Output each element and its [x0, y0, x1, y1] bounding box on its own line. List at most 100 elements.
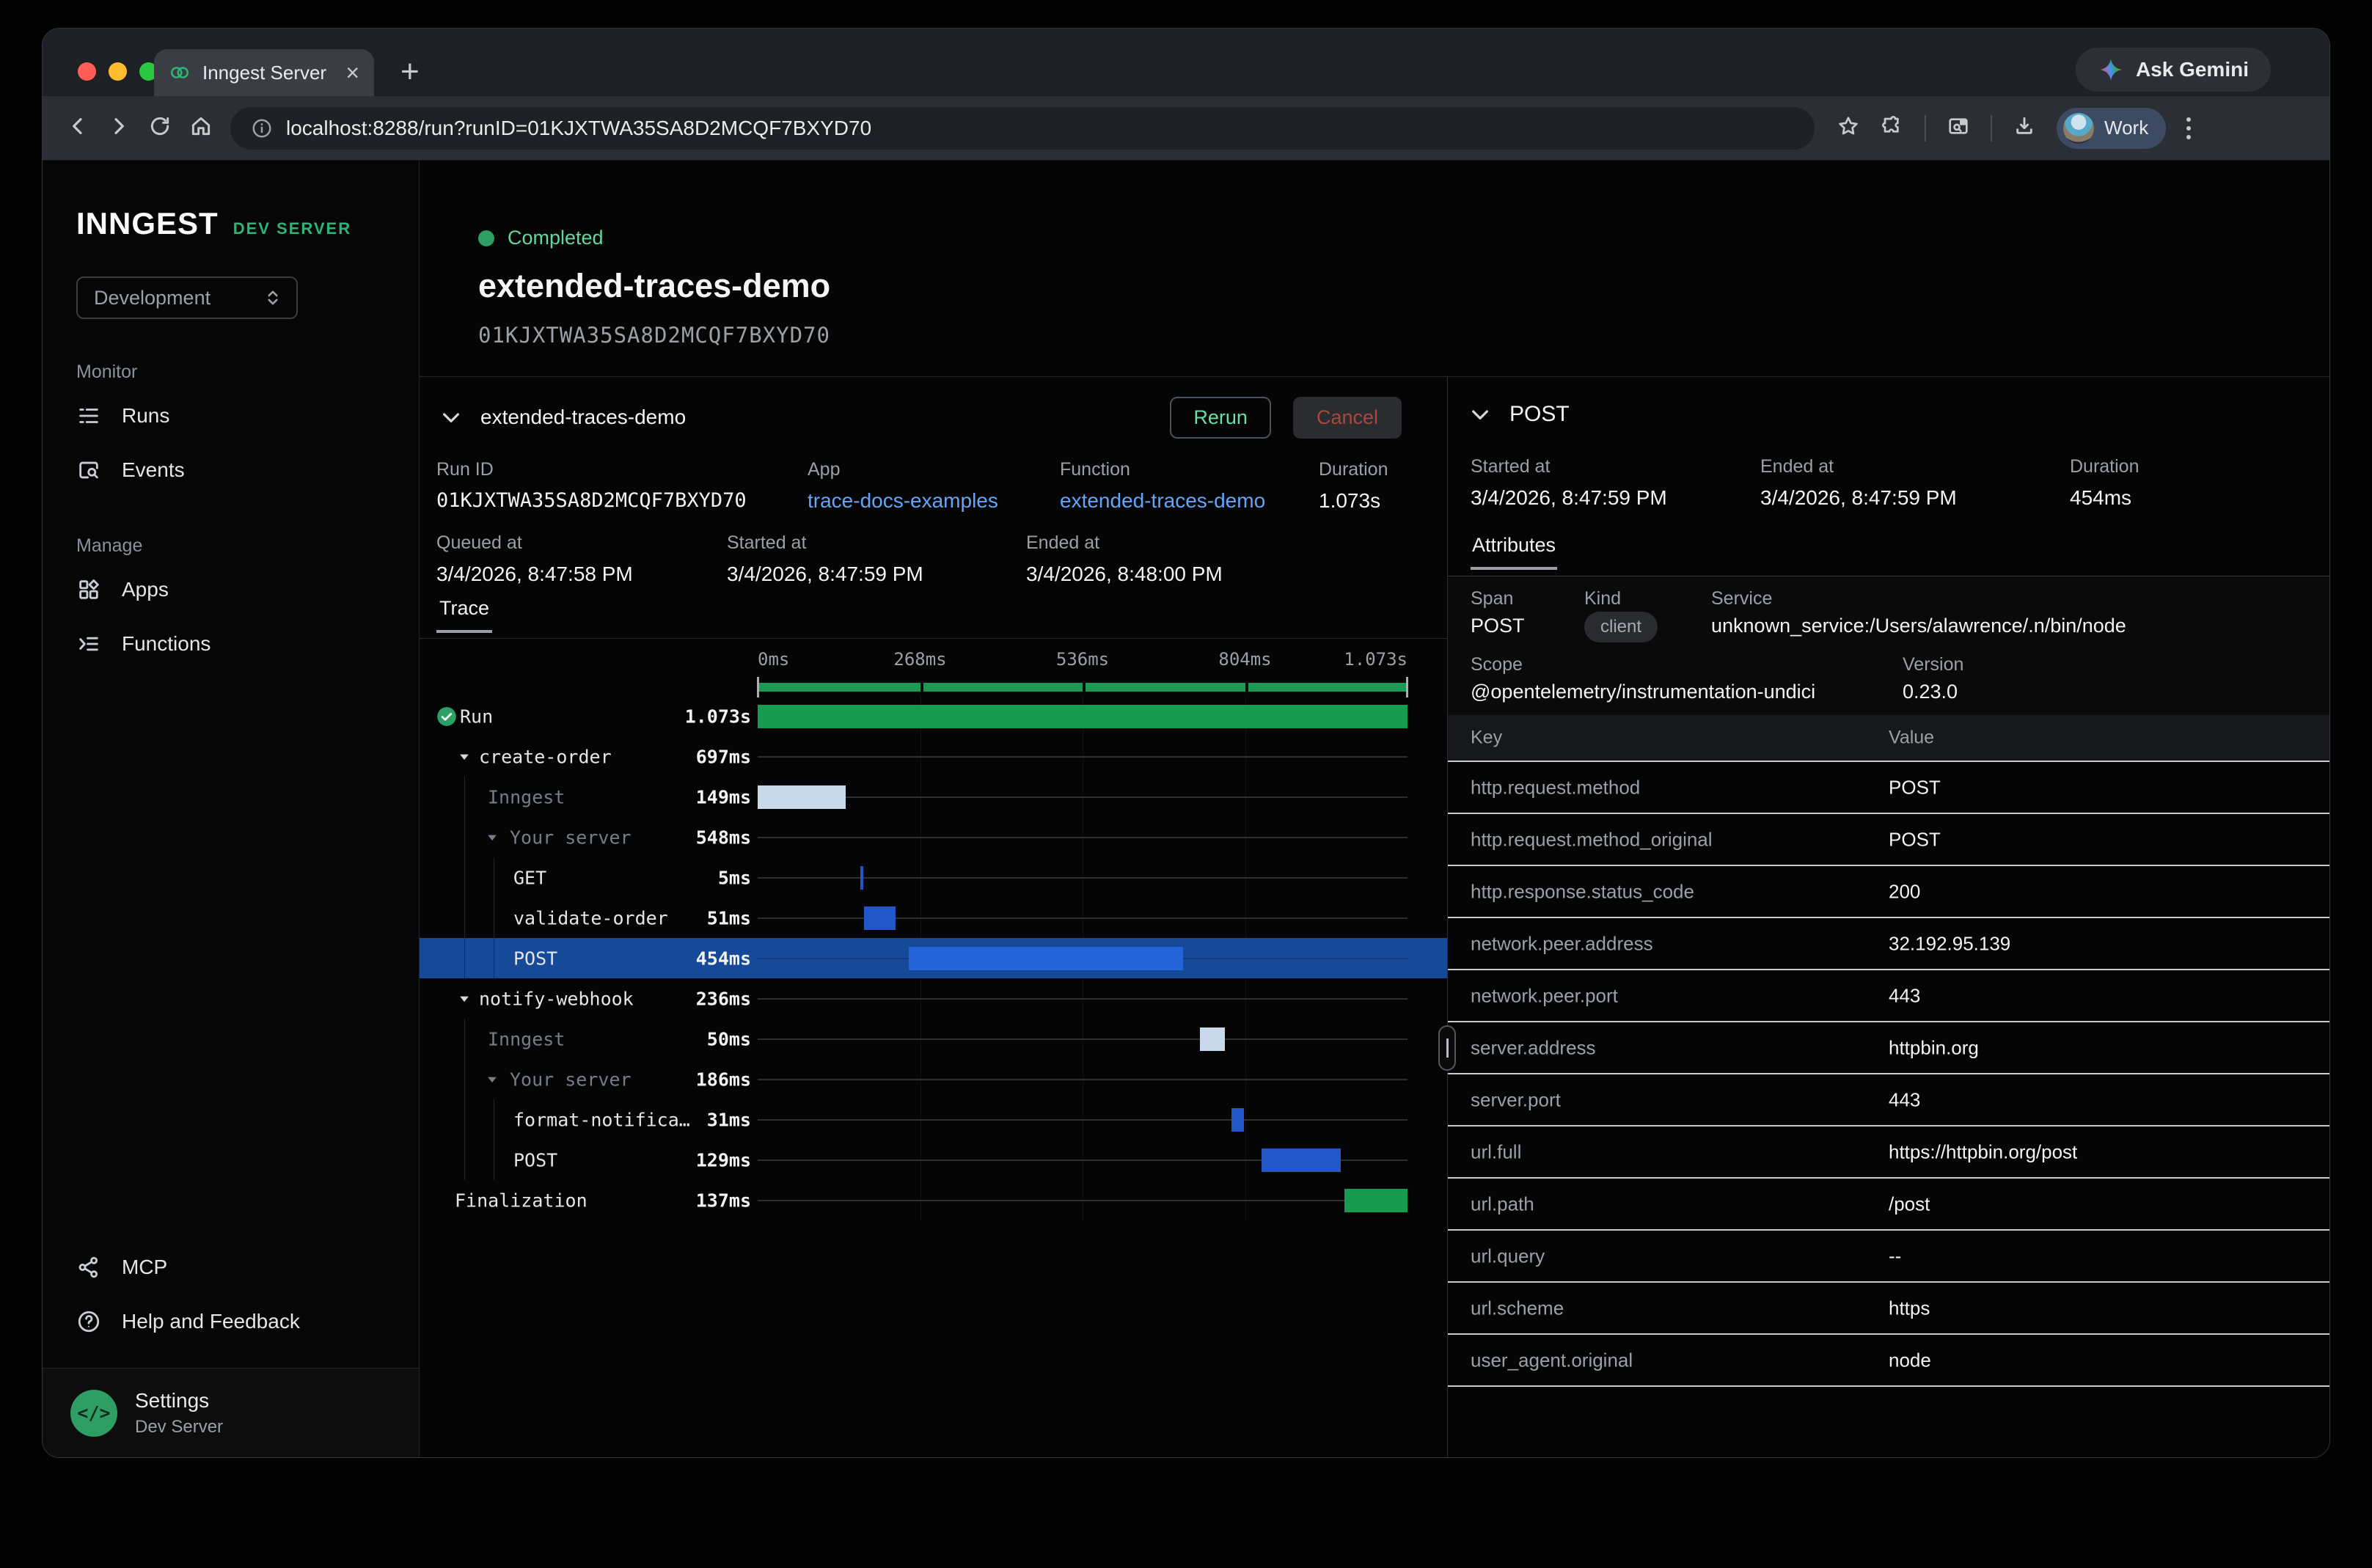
- settings-label: Settings: [135, 1389, 223, 1413]
- waterfall-rows: Run1.073screate-order697msInngest149msYo…: [420, 696, 1447, 1220]
- bookmark-star-icon[interactable]: [1837, 114, 1860, 142]
- timeline-minimap[interactable]: [758, 681, 1408, 693]
- row-timeline: [758, 1059, 1408, 1099]
- run-header: Completed extended-traces-demo 01KJXTWA3…: [420, 161, 2329, 376]
- trace-row[interactable]: create-order697ms: [420, 736, 1447, 777]
- axis-tick: 0ms: [758, 649, 789, 670]
- new-tab-button[interactable]: +: [400, 54, 420, 90]
- timeline-track: [758, 796, 1408, 798]
- sidebar-item-help-and-feedback[interactable]: Help and Feedback: [43, 1294, 419, 1349]
- attribute-value: 32.192.95.139: [1889, 932, 2010, 955]
- meta-cell: Duration 454ms: [2070, 456, 2139, 510]
- span-duration: 50ms: [420, 1028, 751, 1049]
- sidebar-item-events[interactable]: Events: [43, 443, 419, 497]
- meta-cell: Ended at3/4/2026, 8:48:00 PM: [1026, 532, 1223, 586]
- back-icon[interactable]: [66, 114, 89, 142]
- events-icon: [76, 458, 101, 483]
- row-timeline: [758, 938, 1408, 978]
- meta-link[interactable]: trace-docs-examples: [808, 489, 998, 513]
- sidebar-item-apps[interactable]: Apps: [43, 563, 419, 617]
- span-bar: [1231, 1108, 1244, 1132]
- url-bar[interactable]: localhost:8288/run?runID=01KJXTWA35SA8D2…: [230, 107, 1815, 150]
- trace-row[interactable]: notify-webhook236ms: [420, 978, 1447, 1019]
- tab-close-icon[interactable]: ×: [345, 61, 359, 84]
- tab-trace[interactable]: Trace: [436, 597, 492, 633]
- row-timeline: [758, 817, 1408, 857]
- environment-select-value: Development: [94, 287, 211, 309]
- home-icon[interactable]: [189, 114, 213, 142]
- meta-value: 454ms: [2070, 486, 2139, 510]
- side-panel-search-icon[interactable]: [1947, 114, 1970, 142]
- meta-label: Duration: [2070, 456, 2139, 477]
- row-timeline: [758, 1180, 1408, 1220]
- extensions-icon[interactable]: [1881, 114, 1904, 142]
- browser-menu-icon[interactable]: [2186, 117, 2191, 139]
- meta-link[interactable]: extended-traces-demo: [1060, 489, 1265, 513]
- span-duration: 236ms: [420, 988, 751, 1009]
- trace-row[interactable]: Your server548ms: [420, 817, 1447, 857]
- minimap-handle-right[interactable]: [1406, 677, 1408, 697]
- row-timeline: [758, 898, 1408, 938]
- meta-value: 3/4/2026, 8:47:59 PM: [1760, 486, 1957, 510]
- minimap-handle-left[interactable]: [757, 677, 759, 697]
- meta-cell: Apptrace-docs-examples: [808, 459, 998, 513]
- axis-tick: 1.073s: [1344, 649, 1408, 670]
- trace-row[interactable]: Finalization137ms: [420, 1180, 1447, 1220]
- trace-row[interactable]: validate-order51ms: [420, 898, 1447, 938]
- browser-profile-button[interactable]: Work: [2057, 108, 2166, 149]
- kind-badge: client: [1584, 612, 1658, 642]
- sidebar-item-label: Events: [122, 458, 185, 482]
- span-bar: [909, 947, 1184, 970]
- dev-server-badge: DEV SERVER: [233, 219, 351, 238]
- trace-row[interactable]: format-notifica…31ms: [420, 1099, 1447, 1140]
- span-otel-meta: Span POST Kind client Service unknown_se…: [1448, 576, 2329, 715]
- cancel-button[interactable]: Cancel: [1293, 397, 1402, 439]
- trace-row-selected[interactable]: POST454ms: [420, 938, 1447, 978]
- panel-resize-handle[interactable]: [1438, 1025, 1456, 1071]
- sidebar-item-runs[interactable]: Runs: [43, 389, 419, 443]
- dev-server-code-icon: </>: [70, 1390, 117, 1437]
- timeline-track: [758, 917, 1408, 919]
- attribute-row: http.response.status_code200: [1448, 865, 2329, 917]
- downloads-icon[interactable]: [2013, 114, 2036, 142]
- browser-tab-strip: Inngest Server × + Ask Gemini: [43, 29, 2329, 96]
- trace-row[interactable]: Your server186ms: [420, 1059, 1447, 1099]
- sidebar-item-settings[interactable]: </> Settings Dev Server: [43, 1368, 419, 1457]
- attribute-key: server.port: [1471, 1088, 1561, 1111]
- scope-label: Scope: [1471, 654, 1523, 675]
- rerun-button[interactable]: Rerun: [1170, 397, 1271, 439]
- reload-icon[interactable]: [148, 114, 172, 142]
- trace-row[interactable]: Run1.073s: [420, 696, 1447, 736]
- gemini-sparkle-icon: [2098, 56, 2124, 83]
- timeline-track: [758, 998, 1408, 1000]
- span-collapse-chevron-icon[interactable]: [1468, 403, 1492, 426]
- trace-row[interactable]: GET5ms: [420, 857, 1447, 898]
- ask-gemini-button[interactable]: Ask Gemini: [2076, 48, 2271, 92]
- browser-tab[interactable]: Inngest Server ×: [154, 49, 374, 96]
- minimize-window-button[interactable]: [109, 62, 127, 81]
- forward-icon[interactable]: [107, 114, 131, 142]
- axis-tick: 268ms: [893, 649, 946, 670]
- sidebar-section-label: Monitor: [76, 362, 419, 383]
- meta-cell: Run ID01KJXTWA35SA8D2MCQF7BXYD70: [436, 459, 747, 512]
- collapse-chevron-icon[interactable]: [439, 406, 463, 429]
- environment-select[interactable]: Development: [76, 276, 298, 319]
- tab-attributes[interactable]: Attributes: [1471, 534, 1557, 570]
- inngest-favicon-icon: [169, 62, 191, 84]
- meta-label: Queued at: [436, 532, 633, 554]
- trace-row[interactable]: POST129ms: [420, 1140, 1447, 1180]
- window-controls: [78, 62, 158, 81]
- span-bar: [864, 906, 896, 930]
- row-timeline: [758, 857, 1408, 898]
- sidebar-item-functions[interactable]: Functions: [43, 617, 419, 671]
- trace-row[interactable]: Inngest149ms: [420, 777, 1447, 817]
- attribute-row: network.peer.port443: [1448, 969, 2329, 1021]
- close-window-button[interactable]: [78, 62, 96, 81]
- trace-row[interactable]: Inngest50ms: [420, 1019, 1447, 1059]
- attribute-row: url.path/post: [1448, 1177, 2329, 1229]
- sidebar-item-mcp[interactable]: MCP: [43, 1240, 419, 1294]
- span-duration: 129ms: [420, 1149, 751, 1170]
- url-text: localhost:8288/run?runID=01KJXTWA35SA8D2…: [286, 117, 871, 140]
- page-title: extended-traces-demo: [478, 267, 2329, 305]
- span-meta-row: Started at3/4/2026, 8:47:59 PMEnded at3/…: [1448, 456, 2329, 530]
